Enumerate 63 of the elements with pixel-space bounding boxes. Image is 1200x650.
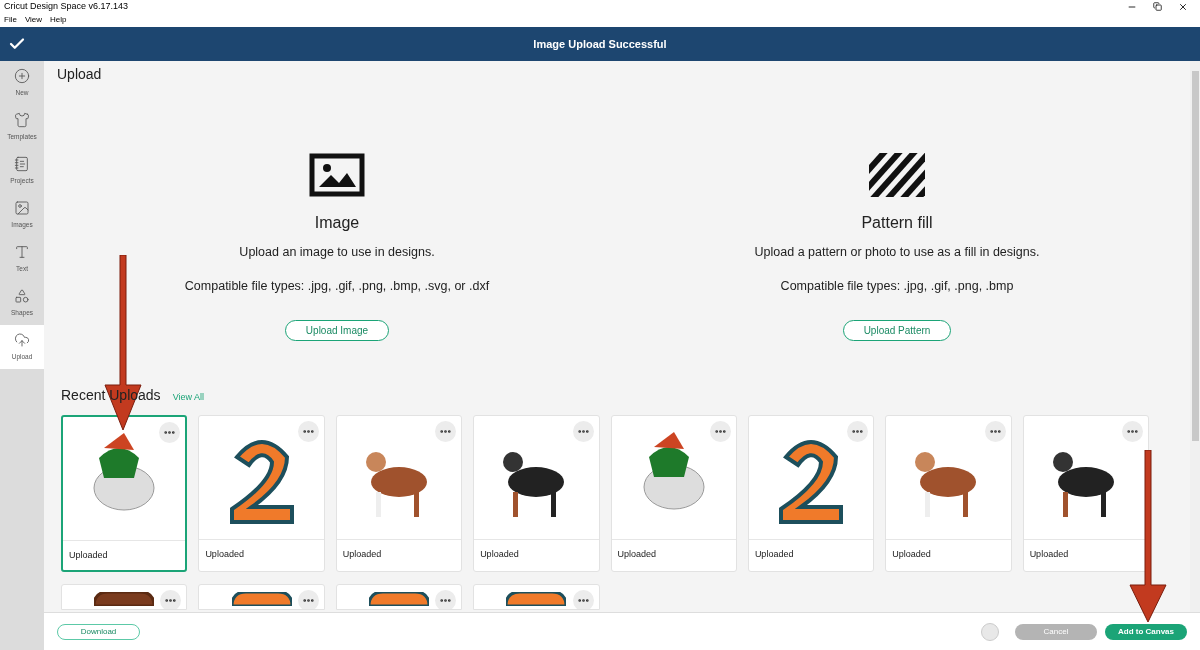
artwork-thumbnail bbox=[94, 591, 155, 606]
more-options-button[interactable] bbox=[572, 589, 594, 609]
file-types-text: Compatible file types: .jpg, .gif, .png, .bmp, .svg, or .dxf bbox=[184, 277, 490, 295]
option-description: Upload a pattern or photo to use as a fill in designs. bbox=[754, 244, 1040, 261]
shapes-icon bbox=[14, 288, 30, 305]
window-title: Cricut Design Space v6.17.143 bbox=[4, 0, 129, 13]
upload-card[interactable]: Uploaded bbox=[335, 414, 463, 572]
header-title: Image Upload Successful bbox=[533, 36, 667, 52]
upload-card[interactable]: Uploaded bbox=[198, 414, 325, 572]
upload-card[interactable] bbox=[198, 583, 325, 610]
artwork-thumbnail bbox=[506, 591, 567, 606]
card-caption: Uploaded bbox=[204, 547, 245, 561]
option-description: Upload an image to use in designs. bbox=[239, 244, 435, 261]
option-title: Image bbox=[314, 213, 360, 233]
more-options-button[interactable] bbox=[984, 420, 1006, 442]
upload-card[interactable]: Uploaded bbox=[473, 414, 600, 572]
more-options-button[interactable] bbox=[159, 421, 181, 443]
close-icon[interactable] bbox=[1178, 1, 1188, 12]
more-options-button[interactable] bbox=[297, 589, 319, 609]
card-caption: Uploaded bbox=[1028, 547, 1070, 561]
card-caption: Uploaded bbox=[479, 547, 520, 561]
more-options-button[interactable] bbox=[435, 589, 457, 609]
restore-icon[interactable] bbox=[1153, 1, 1162, 11]
picture-icon bbox=[14, 200, 30, 217]
card-caption: Uploaded bbox=[68, 548, 109, 562]
upload-card[interactable]: Uploaded bbox=[747, 414, 875, 572]
stripes-icon bbox=[869, 153, 925, 197]
upload-card[interactable] bbox=[61, 583, 188, 610]
more-options-button[interactable] bbox=[847, 420, 869, 442]
more-options-button[interactable] bbox=[160, 589, 182, 609]
card-caption: Uploaded bbox=[891, 547, 932, 561]
menu-item[interactable]: View bbox=[24, 14, 43, 26]
upload-button[interactable]: Upload Image bbox=[284, 319, 390, 341]
letter-t-icon bbox=[14, 244, 30, 261]
upload-card[interactable]: Uploaded bbox=[610, 414, 737, 572]
more-options-button[interactable] bbox=[435, 420, 457, 442]
upload-card[interactable] bbox=[473, 583, 600, 610]
upload-card[interactable]: Uploaded bbox=[885, 414, 1012, 572]
thumbnail-avatar bbox=[981, 622, 999, 641]
plus-circle-icon bbox=[14, 68, 30, 85]
artwork-thumbnail bbox=[231, 591, 292, 606]
notebook-icon bbox=[14, 156, 30, 173]
artwork-thumbnail bbox=[368, 591, 429, 606]
more-options-button[interactable] bbox=[572, 420, 594, 442]
cloud-upload-icon bbox=[14, 332, 30, 349]
menu-item[interactable]: File bbox=[4, 14, 17, 26]
more-options-button[interactable] bbox=[709, 420, 731, 442]
card-caption: Uploaded bbox=[616, 547, 658, 561]
option-title: Pattern fill bbox=[861, 213, 933, 233]
picture-icon bbox=[309, 153, 365, 197]
file-types-text: Compatible file types: .jpg, .gif, .png, .bmp bbox=[780, 277, 1014, 295]
upload-card[interactable]: Uploaded bbox=[61, 414, 188, 572]
more-options-button[interactable] bbox=[1122, 420, 1143, 442]
card-caption: Uploaded bbox=[753, 547, 795, 561]
shirt-icon bbox=[14, 112, 30, 129]
more-options-button[interactable] bbox=[297, 420, 319, 442]
page-title: Upload bbox=[57, 65, 103, 84]
upload-card[interactable]: Uploaded bbox=[1022, 414, 1149, 572]
menu-item[interactable]: Help bbox=[50, 14, 67, 26]
upload-button[interactable]: Upload Pattern bbox=[842, 319, 952, 341]
card-caption: Uploaded bbox=[341, 547, 383, 561]
scrollbar[interactable] bbox=[1190, 61, 1200, 612]
upload-card[interactable] bbox=[335, 583, 463, 610]
